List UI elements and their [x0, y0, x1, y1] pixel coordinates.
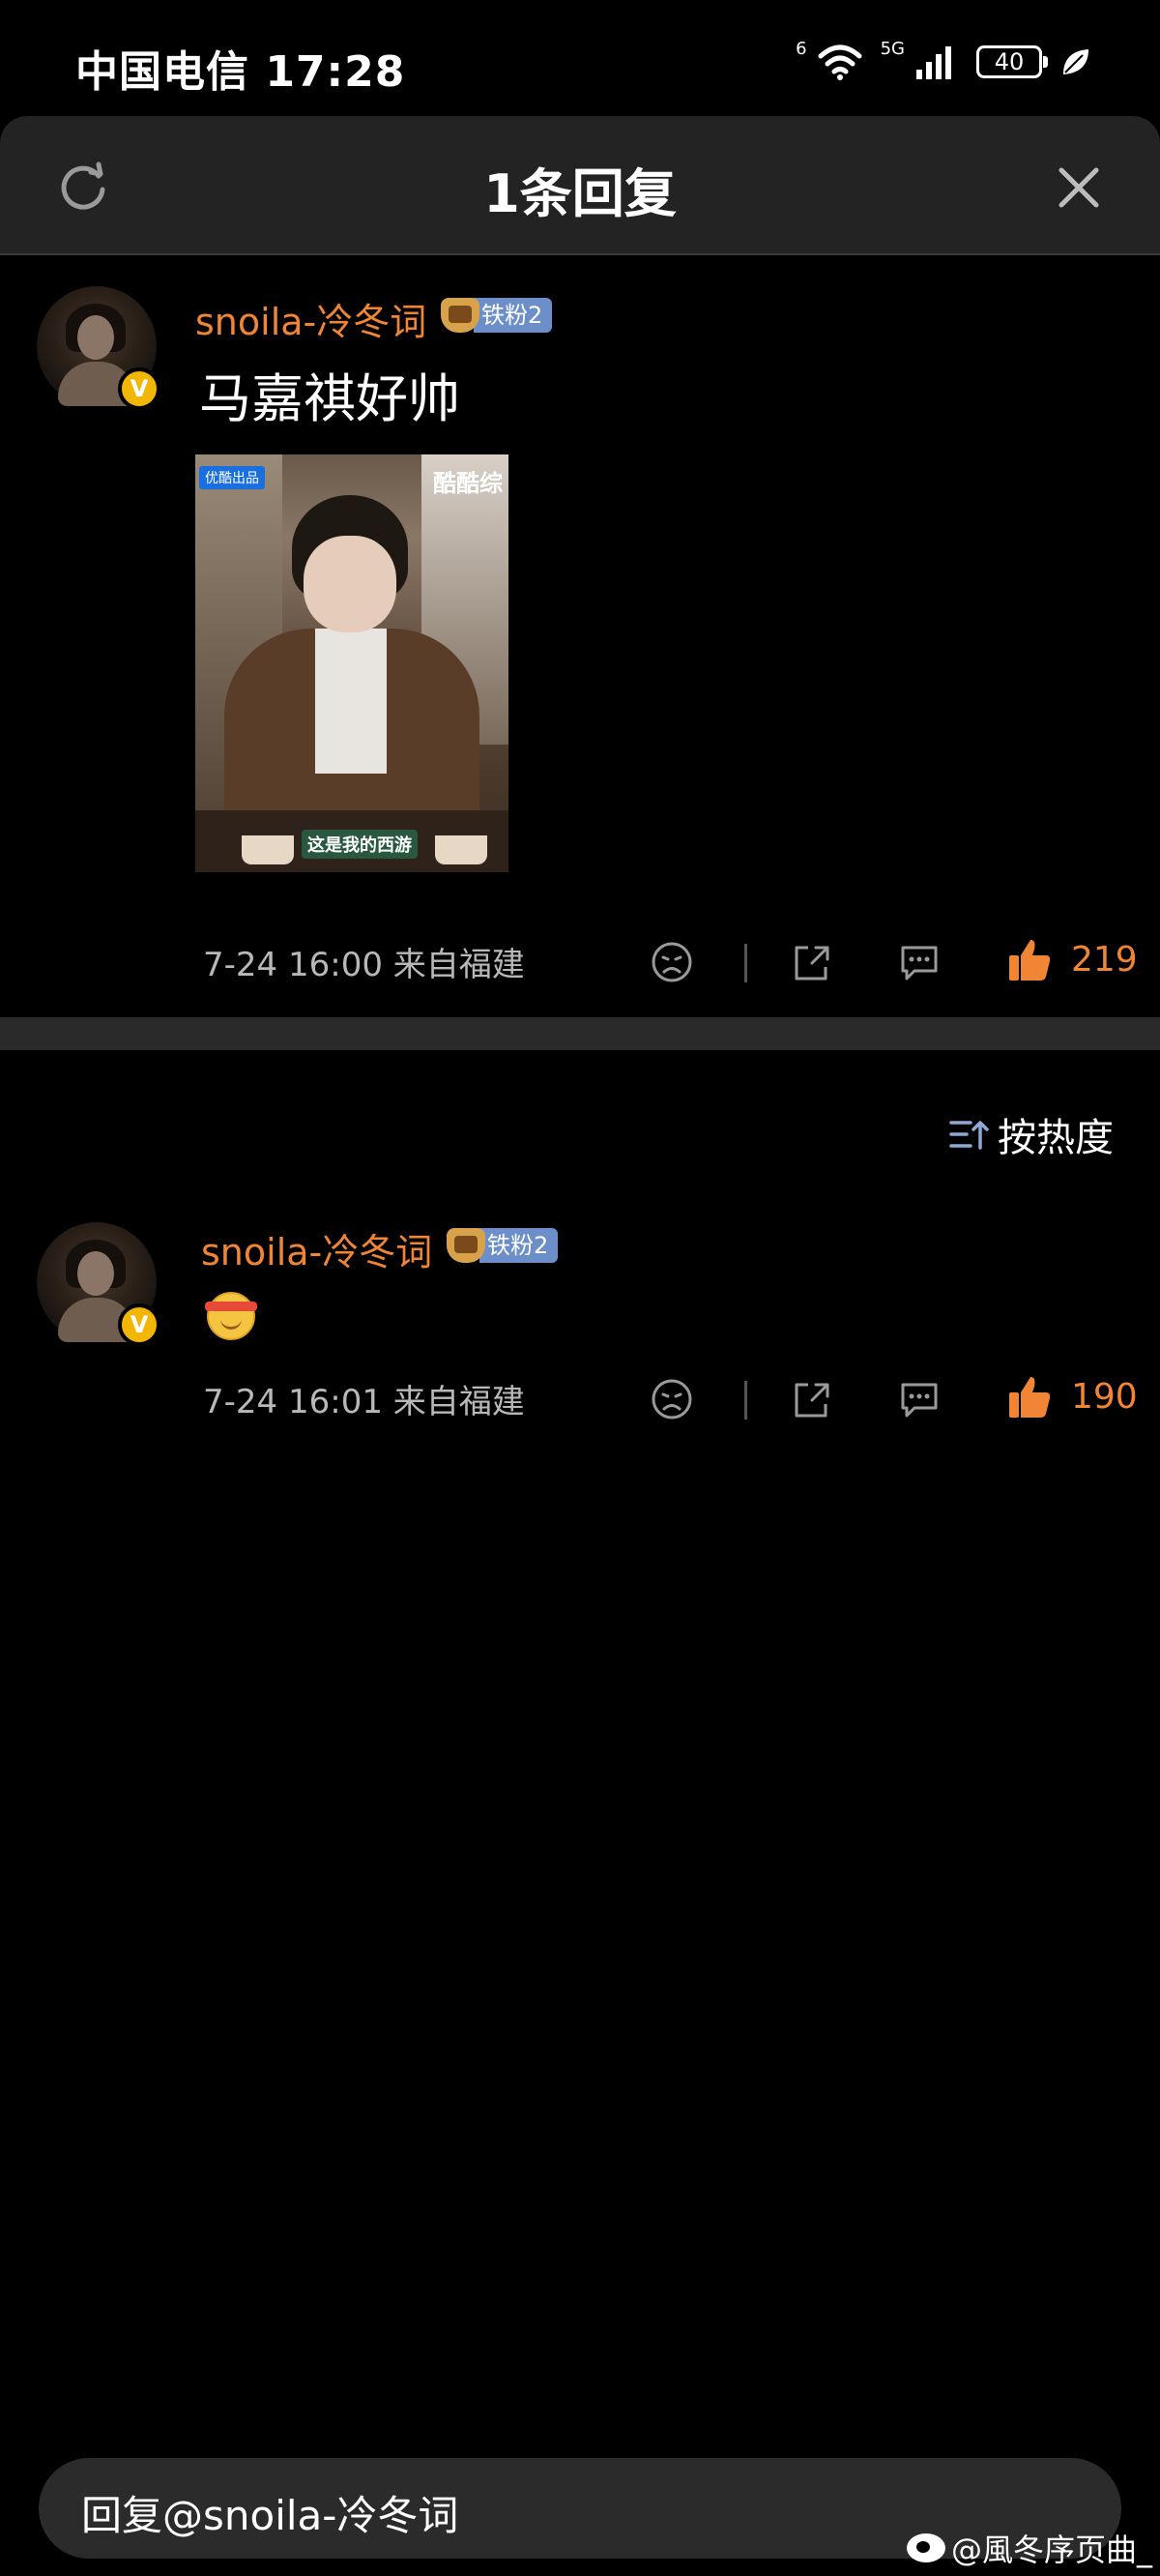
dislike-icon[interactable] — [650, 940, 694, 984]
comment-meta: 7-24 16:01 来自福建 — [203, 1383, 525, 1421]
signal-icon — [916, 46, 951, 79]
comment-meta: 7-24 16:00 来自福建 — [203, 946, 525, 984]
action-separator — [744, 1381, 747, 1420]
comment-actions: 190 — [650, 1371, 1138, 1429]
dislike-icon[interactable] — [650, 1377, 694, 1421]
image-source-tag: 优酷出品 — [199, 466, 265, 489]
emoji-sticker-icon — [205, 1292, 257, 1340]
fan-medal: 铁粉2 — [447, 1228, 559, 1263]
comment-text: 马嘉祺好帅 — [199, 368, 460, 429]
username[interactable]: snoila-冷冬词 — [195, 292, 426, 345]
image-brand-logo: 酷酷综 — [433, 470, 503, 497]
status-icons: 6 5G 40 — [796, 39, 1092, 81]
sort-toggle[interactable]: 按热度 — [947, 1106, 1114, 1162]
leaf-icon — [1063, 49, 1088, 74]
like-icon[interactable] — [1005, 936, 1054, 984]
share-icon[interactable] — [789, 1377, 833, 1421]
carrier-time: 中国电信 17:28 — [75, 47, 406, 97]
reply-placeholder: 回复@snoila-冷冬词 — [81, 2492, 459, 2539]
username[interactable]: snoila-冷冬词 — [201, 1222, 432, 1275]
fan-level-badge: 铁粉2 — [474, 298, 553, 333]
watermark: @風冬序页曲_ — [906, 2526, 1152, 2570]
comment-icon[interactable] — [897, 940, 942, 984]
fan-medal: 铁粉2 — [441, 298, 553, 333]
reply-panel-header: 1条回复 — [0, 116, 1160, 255]
watermark-text: @風冬序页曲_ — [950, 2532, 1152, 2568]
like-icon[interactable] — [1005, 1373, 1054, 1421]
weibo-icon — [906, 2533, 945, 2562]
sort-icon — [949, 1121, 989, 1150]
network-type-label: 5G — [880, 38, 905, 59]
share-icon[interactable] — [789, 940, 833, 984]
comment-image[interactable]: 优酷出品 酷酷综 这是我的西游 — [195, 454, 508, 872]
crown-icon — [441, 298, 479, 333]
crown-icon — [447, 1228, 485, 1263]
status-bar: 中国电信 17:28 6 5G 40 — [0, 0, 1160, 116]
verified-badge-icon: V — [118, 367, 160, 410]
show-logo: 这是我的西游 — [302, 830, 418, 859]
like-count: 219 — [1071, 940, 1138, 980]
close-icon[interactable] — [1050, 159, 1108, 217]
battery-indicator: 40 — [976, 45, 1048, 78]
sort-label: 按热度 — [998, 1116, 1114, 1160]
wifi-standard-label: 6 — [796, 38, 807, 59]
comment-icon[interactable] — [897, 1377, 942, 1421]
like-count: 190 — [1071, 1377, 1138, 1417]
fan-level-badge: 铁粉2 — [479, 1228, 559, 1263]
comment-actions: 219 — [650, 934, 1138, 992]
wifi-icon — [818, 44, 862, 80]
action-separator — [744, 944, 747, 982]
avatar[interactable]: V — [37, 1222, 160, 1346]
avatar[interactable]: V — [37, 286, 160, 410]
section-divider — [0, 1017, 1160, 1050]
verified-badge-icon: V — [118, 1303, 160, 1346]
panel-title: 1条回复 — [483, 163, 677, 224]
